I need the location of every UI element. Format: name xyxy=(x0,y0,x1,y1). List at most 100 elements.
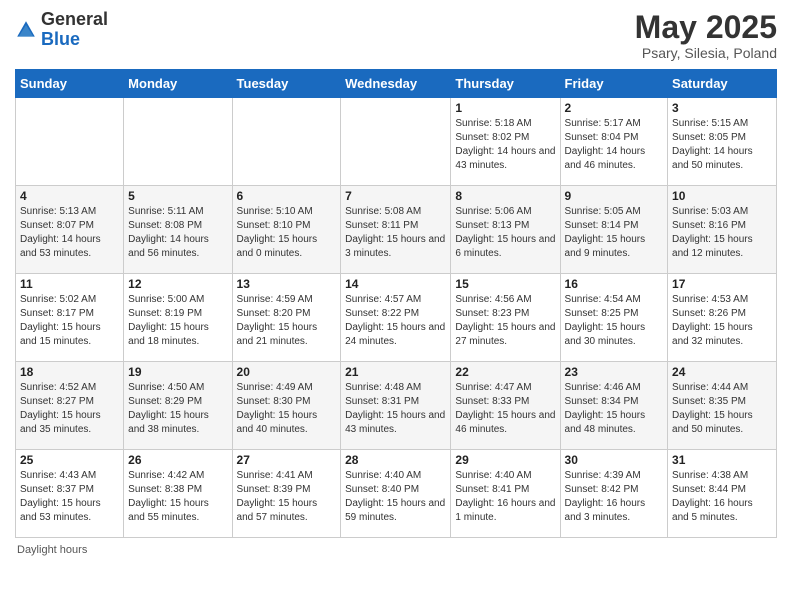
day-number: 17 xyxy=(672,277,772,291)
day-number: 3 xyxy=(672,101,772,115)
day-number: 13 xyxy=(237,277,337,291)
calendar-cell-w3-d2: 13 Sunrise: 4:59 AM Sunset: 8:20 PM Dayli… xyxy=(232,274,341,362)
day-info: Sunrise: 4:39 AM Sunset: 8:42 PM Dayligh… xyxy=(565,469,664,525)
day-number: 16 xyxy=(565,277,664,291)
day-info: Sunrise: 5:10 AM Sunset: 8:10 PM Dayligh… xyxy=(237,205,337,261)
day-number: 14 xyxy=(345,277,446,291)
logo: General Blue xyxy=(15,10,108,50)
calendar-cell-w5-d3: 28Sunrise: 4:40 AM Sunset: 8:40 PM Dayli… xyxy=(341,450,451,538)
month-year-title: May 2025 xyxy=(635,10,777,45)
day-info: Sunrise: 4:43 AM Sunset: 8:37 PM Dayligh… xyxy=(20,469,119,525)
col-saturday: Saturday xyxy=(668,70,777,98)
day-info: Sunrise: 5:02 AM Sunset: 8:17 PM Dayligh… xyxy=(20,293,119,349)
day-info: Sunrise: 5:05 AM Sunset: 8:14 PM Dayligh… xyxy=(565,205,664,261)
day-number: 19 xyxy=(128,365,227,379)
day-info: Sunrise: 4:56 AM Sunset: 8:23 PM Dayligh… xyxy=(455,293,555,349)
calendar-cell-w2-d2: 6 Sunrise: 5:10 AM Sunset: 8:10 PM Daylig… xyxy=(232,186,341,274)
day-info: Sunrise: 4:49 AM Sunset: 8:30 PM Dayligh… xyxy=(237,381,337,437)
day-info: Sunrise: 4:41 AM Sunset: 8:39 PM Dayligh… xyxy=(237,469,337,525)
day-number: 20 xyxy=(237,365,337,379)
col-monday: Monday xyxy=(124,70,232,98)
col-thursday: Thursday xyxy=(451,70,560,98)
day-number: 22 xyxy=(455,365,555,379)
day-number: 10 xyxy=(672,189,772,203)
day-info: Sunrise: 4:38 AM Sunset: 8:44 PM Dayligh… xyxy=(672,469,772,525)
calendar-cell-w4-d2: 20 Sunrise: 4:49 AM Sunset: 8:30 PM Dayli… xyxy=(232,362,341,450)
calendar-cell-w3-d1: 12 Sunrise: 5:00 AM Sunset: 8:19 PM Dayli… xyxy=(124,274,232,362)
calendar-cell-w5-d6: 31Sunrise: 4:38 AM Sunset: 8:44 PM Dayli… xyxy=(668,450,777,538)
day-info: Sunrise: 4:50 AM Sunset: 8:29 PM Dayligh… xyxy=(128,381,227,437)
calendar-cell-w1-d2 xyxy=(232,98,341,186)
day-number: 27 xyxy=(237,453,337,467)
day-number: 9 xyxy=(565,189,664,203)
day-info: Sunrise: 4:57 AM Sunset: 8:22 PM Dayligh… xyxy=(345,293,446,349)
calendar-header-row: Sunday Monday Tuesday Wednesday Thursday… xyxy=(16,70,777,98)
calendar-cell-w5-d0: 25 Sunrise: 4:43 AM Sunset: 8:37 PM Dayli… xyxy=(16,450,124,538)
col-tuesday: Tuesday xyxy=(232,70,341,98)
calendar-cell-w2-d1: 5 Sunrise: 5:11 AM Sunset: 8:08 PM Daylig… xyxy=(124,186,232,274)
page-header: General Blue May 2025 Psary, Silesia, Po… xyxy=(15,10,777,61)
col-sunday: Sunday xyxy=(16,70,124,98)
day-number: 18 xyxy=(20,365,119,379)
calendar-cell-w5-d5: 30 Sunrise: 4:39 AM Sunset: 8:42 PM Dayli… xyxy=(560,450,668,538)
calendar-cell-w2-d3: 7Sunrise: 5:08 AM Sunset: 8:11 PM Daylig… xyxy=(341,186,451,274)
calendar-table: Sunday Monday Tuesday Wednesday Thursday… xyxy=(15,69,777,538)
day-info: Sunrise: 5:17 AM Sunset: 8:04 PM Dayligh… xyxy=(565,117,664,173)
calendar-cell-w5-d2: 27 Sunrise: 4:41 AM Sunset: 8:39 PM Dayli… xyxy=(232,450,341,538)
day-number: 25 xyxy=(20,453,119,467)
calendar-week-5: 25 Sunrise: 4:43 AM Sunset: 8:37 PM Dayli… xyxy=(16,450,777,538)
footer-note: Daylight hours xyxy=(15,544,777,556)
day-number: 15 xyxy=(455,277,555,291)
logo-icon xyxy=(15,19,37,41)
day-number: 4 xyxy=(20,189,119,203)
calendar-cell-w4-d1: 19 Sunrise: 4:50 AM Sunset: 8:29 PM Dayli… xyxy=(124,362,232,450)
calendar-cell-w1-d6: 3Sunrise: 5:15 AM Sunset: 8:05 PM Daylig… xyxy=(668,98,777,186)
calendar-cell-w4-d0: 18 Sunrise: 4:52 AM Sunset: 8:27 PM Dayli… xyxy=(16,362,124,450)
col-friday: Friday xyxy=(560,70,668,98)
logo-general-text: General xyxy=(41,9,108,29)
day-number: 30 xyxy=(565,453,664,467)
day-number: 6 xyxy=(237,189,337,203)
day-info: Sunrise: 4:48 AM Sunset: 8:31 PM Dayligh… xyxy=(345,381,446,437)
day-info: Sunrise: 4:40 AM Sunset: 8:41 PM Dayligh… xyxy=(455,469,555,525)
day-number: 23 xyxy=(565,365,664,379)
day-number: 11 xyxy=(20,277,119,291)
title-block: May 2025 Psary, Silesia, Poland xyxy=(635,10,777,61)
calendar-cell-w4-d6: 24 Sunrise: 4:44 AM Sunset: 8:35 PM Dayli… xyxy=(668,362,777,450)
logo-text: General Blue xyxy=(41,10,108,50)
day-info: Sunrise: 4:59 AM Sunset: 8:20 PM Dayligh… xyxy=(237,293,337,349)
day-info: Sunrise: 5:00 AM Sunset: 8:19 PM Dayligh… xyxy=(128,293,227,349)
calendar-cell-w5-d1: 26Sunrise: 4:42 AM Sunset: 8:38 PM Dayli… xyxy=(124,450,232,538)
calendar-cell-w4-d3: 21 Sunrise: 4:48 AM Sunset: 8:31 PM Dayli… xyxy=(341,362,451,450)
calendar-cell-w1-d5: 2 Sunrise: 5:17 AM Sunset: 8:04 PM Daylig… xyxy=(560,98,668,186)
calendar-cell-w4-d4: 22 Sunrise: 4:47 AM Sunset: 8:33 PM Dayli… xyxy=(451,362,560,450)
calendar-cell-w3-d6: 17Sunrise: 4:53 AM Sunset: 8:26 PM Dayli… xyxy=(668,274,777,362)
day-number: 5 xyxy=(128,189,227,203)
calendar-cell-w4-d5: 23 Sunrise: 4:46 AM Sunset: 8:34 PM Dayli… xyxy=(560,362,668,450)
day-number: 24 xyxy=(672,365,772,379)
day-info: Sunrise: 4:52 AM Sunset: 8:27 PM Dayligh… xyxy=(20,381,119,437)
day-number: 12 xyxy=(128,277,227,291)
calendar-week-3: 11 Sunrise: 5:02 AM Sunset: 8:17 PM Dayli… xyxy=(16,274,777,362)
day-info: Sunrise: 4:47 AM Sunset: 8:33 PM Dayligh… xyxy=(455,381,555,437)
calendar-cell-w1-d4: 1Sunrise: 5:18 AM Sunset: 8:02 PM Daylig… xyxy=(451,98,560,186)
day-info: Sunrise: 4:44 AM Sunset: 8:35 PM Dayligh… xyxy=(672,381,772,437)
day-info: Sunrise: 4:42 AM Sunset: 8:38 PM Dayligh… xyxy=(128,469,227,525)
day-info: Sunrise: 5:03 AM Sunset: 8:16 PM Dayligh… xyxy=(672,205,772,261)
calendar-cell-w3-d3: 14 Sunrise: 4:57 AM Sunset: 8:22 PM Dayli… xyxy=(341,274,451,362)
logo-blue-text: Blue xyxy=(41,29,80,49)
day-number: 7 xyxy=(345,189,446,203)
day-number: 21 xyxy=(345,365,446,379)
calendar-cell-w5-d4: 29 Sunrise: 4:40 AM Sunset: 8:41 PM Dayli… xyxy=(451,450,560,538)
day-info: Sunrise: 4:46 AM Sunset: 8:34 PM Dayligh… xyxy=(565,381,664,437)
day-number: 29 xyxy=(455,453,555,467)
calendar-week-1: 1Sunrise: 5:18 AM Sunset: 8:02 PM Daylig… xyxy=(16,98,777,186)
calendar-cell-w1-d0 xyxy=(16,98,124,186)
calendar-cell-w2-d5: 9 Sunrise: 5:05 AM Sunset: 8:14 PM Daylig… xyxy=(560,186,668,274)
calendar-cell-w3-d4: 15 Sunrise: 4:56 AM Sunset: 8:23 PM Dayli… xyxy=(451,274,560,362)
calendar-cell-w2-d4: 8Sunrise: 5:06 AM Sunset: 8:13 PM Daylig… xyxy=(451,186,560,274)
day-info: Sunrise: 5:11 AM Sunset: 8:08 PM Dayligh… xyxy=(128,205,227,261)
page-container: General Blue May 2025 Psary, Silesia, Po… xyxy=(0,0,792,561)
day-number: 2 xyxy=(565,101,664,115)
col-wednesday: Wednesday xyxy=(341,70,451,98)
